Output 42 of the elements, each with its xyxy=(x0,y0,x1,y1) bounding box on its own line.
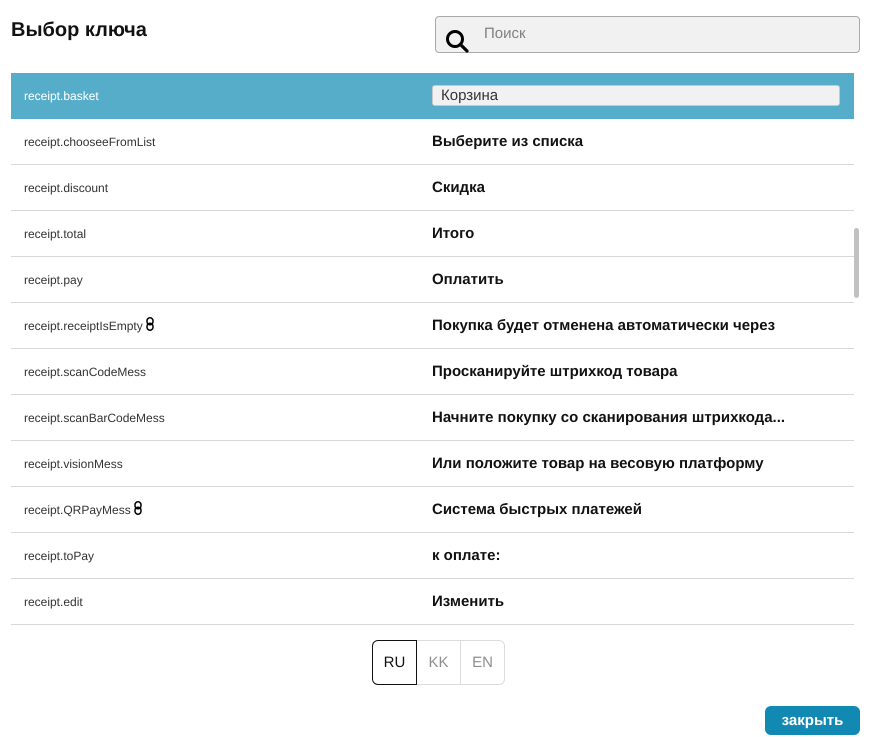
key-name: receipt.chooseeFromList xyxy=(24,134,156,148)
key-name: receipt.pay xyxy=(24,272,83,286)
key-row[interactable]: receipt.total Итого xyxy=(11,211,854,257)
key-name: receipt.visionMess xyxy=(24,456,123,470)
key-row[interactable]: receipt.scanCodeMess Просканируйте штрихкод товара xyxy=(11,349,854,395)
search-field[interactable]: Поиск xyxy=(435,16,860,53)
key-name: receipt.receiptIsEmpty xyxy=(24,318,143,332)
scrollbar-thumb[interactable] xyxy=(854,228,859,298)
key-name: receipt.total xyxy=(24,226,86,240)
translation-text: Изменить xyxy=(432,593,504,610)
key-name: receipt.scanCodeMess xyxy=(24,364,146,378)
key-name: receipt.basket xyxy=(24,88,99,102)
translation-text: Скидка xyxy=(432,179,485,196)
search-icon xyxy=(445,29,469,53)
dialog-title: Выбор ключа xyxy=(11,18,147,42)
key-row[interactable]: receipt.edit Изменить xyxy=(11,579,854,625)
translation-text: к оплате: xyxy=(432,547,500,564)
key-row[interactable]: receipt.toPay к оплате: xyxy=(11,533,854,579)
translation-text: Итого xyxy=(432,225,474,242)
key-row[interactable]: receipt.scanBarCodeMess Начните покупку со сканирования штрихкода... xyxy=(11,395,854,441)
key-name: receipt.edit xyxy=(24,594,83,608)
language-tab[interactable]: RU xyxy=(372,640,417,685)
translation-text: Просканируйте штрихкод товара xyxy=(432,363,678,380)
close-button[interactable]: закрыть xyxy=(765,706,860,735)
key-name: receipt.discount xyxy=(24,180,108,194)
value-field[interactable]: Корзина xyxy=(432,85,840,106)
key-row[interactable]: receipt.QRPayMess Система быстрых платежей xyxy=(11,487,854,533)
translation-text: Покупка будет отменена автоматически через xyxy=(432,317,776,334)
key-name: receipt.QRPayMess xyxy=(24,502,131,516)
translation-text: Оплатить xyxy=(432,271,504,288)
key-name: receipt.scanBarCodeMess xyxy=(24,410,165,424)
key-name: receipt.toPay xyxy=(24,548,94,562)
translation-text: Выберите из списка xyxy=(432,133,584,150)
key-row[interactable]: receipt.basket Корзина xyxy=(11,73,854,119)
key-row[interactable]: receipt.visionMess Или положите товар на весовую платформу xyxy=(11,441,854,487)
key-row[interactable]: receipt.discount Скидка xyxy=(11,165,854,211)
translation-text: Или положите товар на весовую платформу xyxy=(432,455,764,472)
translation-text: Система быстрых платежей xyxy=(432,501,642,518)
key-row[interactable]: receipt.receiptIsEmpty Покупка будет отменена автоматически через xyxy=(11,303,854,349)
key-row[interactable]: receipt.pay Оплатить xyxy=(11,257,854,303)
translation-text: Начните покупку со сканирования штрихкода... xyxy=(432,409,786,426)
key-row[interactable]: receipt.chooseeFromList Выберите из списка xyxy=(11,119,854,165)
